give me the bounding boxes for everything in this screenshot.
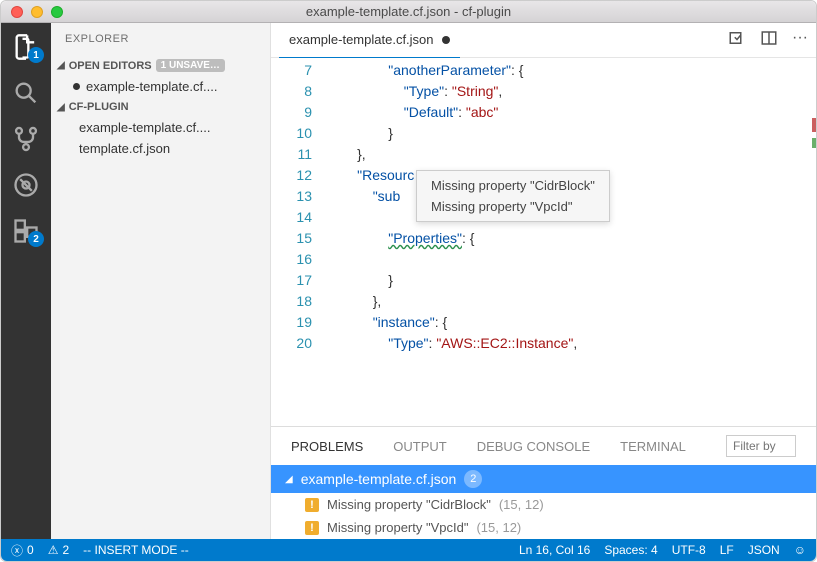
code-editor[interactable]: 7891011121314151617181920 "anotherParame… bbox=[271, 58, 816, 426]
problem-item[interactable]: ! Missing property "VpcId" (15, 12) bbox=[271, 516, 816, 539]
file-label: template.cf.json bbox=[79, 141, 170, 156]
titlebar: example-template.cf.json - cf-plugin bbox=[1, 1, 816, 23]
status-cursor-position[interactable]: Ln 16, Col 16 bbox=[519, 543, 590, 557]
file-label: example-template.cf.... bbox=[79, 120, 211, 135]
search-icon[interactable] bbox=[12, 79, 40, 107]
explorer-badge: 1 bbox=[28, 47, 44, 63]
file-item[interactable]: template.cf.json bbox=[51, 138, 270, 159]
problems-file-label: example-template.cf.json bbox=[301, 471, 457, 487]
status-warnings[interactable]: ⚠ 2 bbox=[48, 543, 69, 557]
status-editor-mode: -- INSERT MODE -- bbox=[83, 543, 189, 557]
feedback-icon[interactable]: ☺ bbox=[794, 543, 806, 557]
compare-changes-icon[interactable] bbox=[728, 29, 746, 52]
editor-area: example-template.cf.json ··· 78910111213… bbox=[271, 23, 816, 539]
tab-problems[interactable]: PROBLEMS bbox=[291, 439, 363, 454]
open-editor-item[interactable]: example-template.cf.... bbox=[51, 76, 270, 97]
code-content[interactable]: "anotherParameter": { "Type": "String", … bbox=[326, 58, 816, 426]
bottom-panel: PROBLEMS OUTPUT DEBUG CONSOLE TERMINAL ◢… bbox=[271, 426, 816, 539]
tab-output[interactable]: OUTPUT bbox=[393, 439, 446, 454]
problem-item[interactable]: ! Missing property "CidrBlock" (15, 12) bbox=[271, 493, 816, 516]
sidebar: EXPLORER ◢ OPEN EDITORS 1 UNSAVE… exampl… bbox=[51, 23, 271, 539]
source-control-icon[interactable] bbox=[12, 125, 40, 153]
filter-input[interactable] bbox=[726, 435, 796, 457]
problem-location: (15, 12) bbox=[499, 497, 544, 512]
unsaved-badge: 1 UNSAVE… bbox=[156, 59, 225, 72]
problem-location: (15, 12) bbox=[476, 520, 521, 535]
split-editor-icon[interactable] bbox=[760, 29, 778, 52]
panel-tabs: PROBLEMS OUTPUT DEBUG CONSOLE TERMINAL bbox=[271, 427, 816, 465]
modified-dot-icon bbox=[442, 36, 450, 44]
status-language[interactable]: JSON bbox=[748, 543, 780, 557]
extensions-badge: 2 bbox=[28, 231, 44, 247]
tab-bar: example-template.cf.json ··· bbox=[271, 23, 816, 58]
workspace-label: CF-PLUGIN bbox=[69, 101, 129, 113]
overview-ruler-info bbox=[812, 138, 816, 148]
problems-file-row[interactable]: ◢ example-template.cf.json 2 bbox=[271, 465, 816, 493]
file-item[interactable]: example-template.cf.... bbox=[51, 117, 270, 138]
hover-tooltip: Missing property "CidrBlock" Missing pro… bbox=[416, 170, 610, 222]
tab-example-template[interactable]: example-template.cf.json bbox=[279, 23, 460, 58]
tooltip-line: Missing property "VpcId" bbox=[417, 196, 609, 217]
warning-icon: ! bbox=[305, 498, 319, 512]
problems-count-badge: 2 bbox=[464, 470, 482, 488]
more-actions-icon[interactable]: ··· bbox=[792, 29, 808, 52]
status-indentation[interactable]: Spaces: 4 bbox=[604, 543, 657, 557]
modified-dot-icon bbox=[73, 83, 80, 90]
tab-label: example-template.cf.json bbox=[289, 32, 434, 47]
file-label: example-template.cf.... bbox=[86, 79, 218, 94]
overview-ruler-error bbox=[812, 118, 816, 132]
open-editors-header[interactable]: ◢ OPEN EDITORS 1 UNSAVE… bbox=[51, 55, 270, 76]
status-eol[interactable]: LF bbox=[720, 543, 734, 557]
activity-bar: 1 2 bbox=[1, 23, 51, 539]
chevron-down-icon: ◢ bbox=[57, 60, 65, 71]
problem-message: Missing property "VpcId" bbox=[327, 520, 468, 535]
status-errors[interactable]: ⓧ 0 bbox=[11, 542, 34, 559]
sidebar-title: EXPLORER bbox=[51, 23, 270, 55]
tab-terminal[interactable]: TERMINAL bbox=[620, 439, 686, 454]
open-editors-label: OPEN EDITORS bbox=[69, 60, 152, 72]
explorer-icon[interactable]: 1 bbox=[12, 33, 40, 61]
status-encoding[interactable]: UTF-8 bbox=[672, 543, 706, 557]
workspace-header[interactable]: ◢ CF-PLUGIN bbox=[51, 97, 270, 117]
chevron-down-icon: ◢ bbox=[57, 102, 65, 113]
tab-debug-console[interactable]: DEBUG CONSOLE bbox=[477, 439, 590, 454]
chevron-down-icon: ◢ bbox=[285, 474, 293, 485]
debug-icon[interactable] bbox=[12, 171, 40, 199]
window-title: example-template.cf.json - cf-plugin bbox=[1, 4, 816, 19]
problem-message: Missing property "CidrBlock" bbox=[327, 497, 491, 512]
tooltip-line: Missing property "CidrBlock" bbox=[417, 175, 609, 196]
warning-icon: ! bbox=[305, 521, 319, 535]
extensions-icon[interactable]: 2 bbox=[12, 217, 40, 245]
status-bar: ⓧ 0 ⚠ 2 -- INSERT MODE -- Ln 16, Col 16 … bbox=[1, 539, 816, 561]
line-number-gutter: 7891011121314151617181920 bbox=[271, 58, 326, 426]
